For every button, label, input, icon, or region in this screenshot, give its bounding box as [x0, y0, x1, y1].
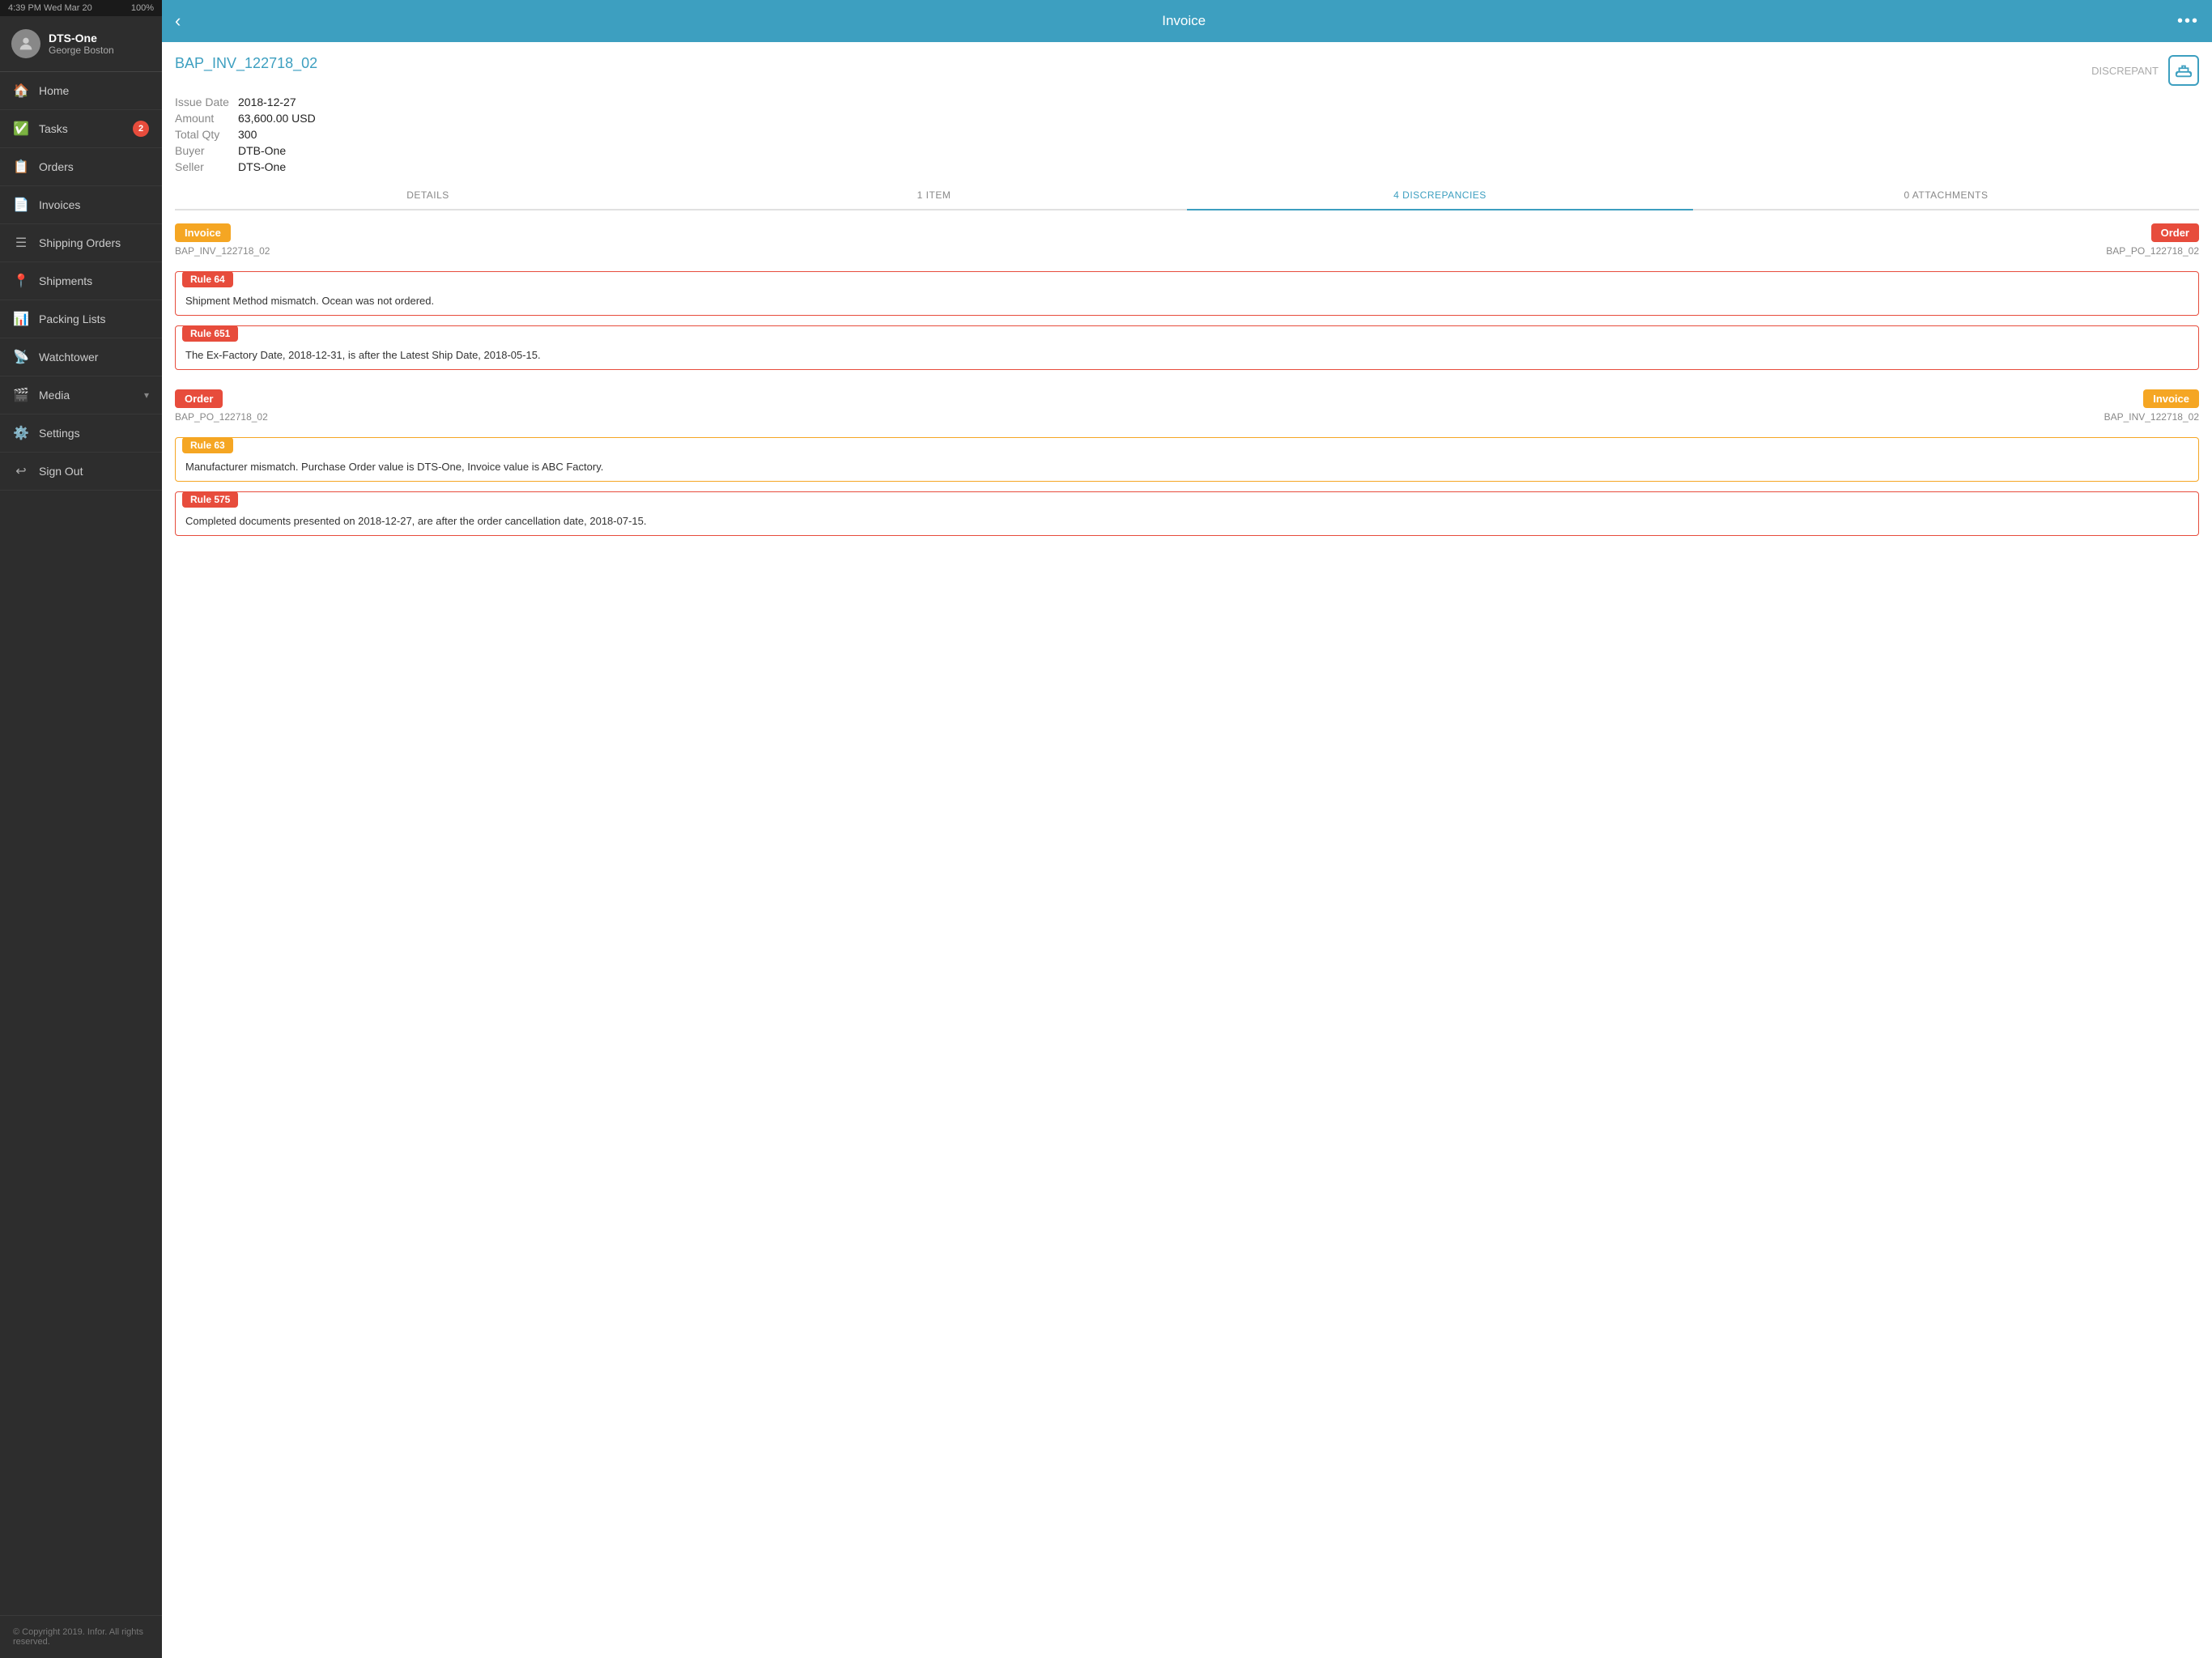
rule-tag-0-1: Rule 651 [182, 325, 238, 342]
left-id-1: BAP_PO_122718_02 [175, 411, 268, 423]
shipments-icon: 📍 [13, 273, 29, 289]
invoices-icon: 📄 [13, 197, 29, 213]
block-header-1: Order Invoice [175, 389, 2199, 408]
left-id-0: BAP_INV_122718_02 [175, 245, 270, 257]
header-title: Invoice [190, 13, 2177, 29]
status-battery: 100% [131, 3, 154, 13]
rule-text-0-1: The Ex-Factory Date, 2018-12-31, is afte… [176, 342, 2198, 369]
right-id-0: BAP_PO_122718_02 [2106, 245, 2199, 257]
invoice-header: BAP_INV_122718_02 DISCREPANT [175, 55, 2199, 86]
discrepancy-block-1: Order Invoice BAP_PO_122718_02 BAP_INV_1227… [175, 389, 2199, 536]
rule-tag-0-0: Rule 64 [182, 271, 233, 287]
block-header-0: Invoice Order [175, 223, 2199, 242]
tab-items[interactable]: 1 ITEM [681, 181, 1187, 209]
tabs-container: DETAILS1 ITEM4 DISCREPANCIES0 ATTACHMENT… [175, 181, 2199, 210]
sidebar-item-shipping-orders[interactable]: ☰ Shipping Orders [0, 224, 162, 262]
shipping-orders-icon: ☰ [13, 235, 29, 251]
sign-out-icon: ↩ [13, 463, 29, 479]
rule-item-1-1: Rule 575Completed documents presented on… [175, 491, 2199, 536]
meta-buyer: Buyer DTB-One [175, 144, 2199, 157]
ship-icon [2168, 55, 2199, 86]
packing-lists-label: Packing Lists [39, 312, 105, 325]
sidebar-header: DTS-One George Boston [0, 16, 162, 72]
tasks-badge: 2 [133, 121, 149, 137]
status-time: 4:39 PM Wed Mar 20 [8, 3, 92, 13]
back-button[interactable]: ‹ [175, 11, 181, 32]
sidebar-item-media[interactable]: 🎬 Media ▾ [0, 376, 162, 414]
tab-attachments[interactable]: 0 ATTACHMENTS [1693, 181, 2199, 209]
invoices-label: Invoices [39, 198, 80, 211]
media-arrow: ▾ [144, 389, 149, 401]
tab-details[interactable]: DETAILS [175, 181, 681, 209]
sidebar-footer: © Copyright 2019. Infor. All rights rese… [0, 1615, 162, 1658]
right-tag-0: Order [2151, 223, 2199, 242]
shipping-orders-label: Shipping Orders [39, 236, 121, 249]
rule-text-0-0: Shipment Method mismatch. Ocean was not … [176, 288, 2198, 315]
avatar [11, 29, 40, 58]
left-tag-0: Invoice [175, 223, 231, 242]
sidebar-item-shipments[interactable]: 📍 Shipments [0, 262, 162, 300]
main-area: ‹ Invoice ••• BAP_INV_122718_02 DISCREPA… [162, 0, 2212, 1658]
meta-total-qty: Total Qty 300 [175, 128, 2199, 141]
sidebar-item-sign-out[interactable]: ↩ Sign Out [0, 453, 162, 491]
user-subtitle: George Boston [49, 45, 114, 56]
tasks-label: Tasks [39, 122, 68, 135]
rule-tag-1-1: Rule 575 [182, 491, 238, 508]
orders-label: Orders [39, 160, 74, 173]
rule-text-1-0: Manufacturer mismatch. Purchase Order va… [176, 454, 2198, 481]
sidebar-item-packing-lists[interactable]: 📊 Packing Lists [0, 300, 162, 338]
right-id-1: BAP_INV_122718_02 [2104, 411, 2199, 423]
tab-discrepancies[interactable]: 4 DISCREPANCIES [1187, 181, 1693, 210]
watchtower-icon: 📡 [13, 349, 29, 365]
rule-item-0-1: Rule 651The Ex-Factory Date, 2018-12-31,… [175, 325, 2199, 370]
home-icon: 🏠 [13, 83, 29, 99]
discrepancies-container: Invoice Order BAP_INV_122718_02 BAP_PO_1227… [175, 223, 2199, 536]
sidebar-item-home[interactable]: 🏠 Home [0, 72, 162, 110]
shipments-label: Shipments [39, 274, 92, 287]
meta-issue-date: Issue Date 2018-12-27 [175, 96, 2199, 108]
orders-icon: 📋 [13, 159, 29, 175]
packing-lists-icon: 📊 [13, 311, 29, 327]
discrepant-label: DISCREPANT [2091, 65, 2159, 77]
status-bar: 4:39 PM Wed Mar 20 100% [0, 0, 162, 16]
watchtower-label: Watchtower [39, 351, 98, 363]
settings-icon: ⚙️ [13, 425, 29, 441]
settings-label: Settings [39, 427, 80, 440]
header: ‹ Invoice ••• [162, 0, 2212, 42]
sidebar-item-orders[interactable]: 📋 Orders [0, 148, 162, 186]
sidebar: 4:39 PM Wed Mar 20 100% DTS-One George B… [0, 0, 162, 1658]
user-info: DTS-One George Boston [49, 32, 114, 56]
rule-item-0-0: Rule 64Shipment Method mismatch. Ocean w… [175, 271, 2199, 316]
sidebar-item-tasks[interactable]: ✅ Tasks 2 [0, 110, 162, 148]
left-tag-1: Order [175, 389, 223, 408]
content-area: BAP_INV_122718_02 DISCREPANT Issue Date … [162, 42, 2212, 1658]
meta-amount: Amount 63,600.00 USD [175, 112, 2199, 125]
more-button[interactable]: ••• [2177, 12, 2199, 31]
rule-text-1-1: Completed documents presented on 2018-12… [176, 508, 2198, 535]
user-name: DTS-One [49, 32, 114, 45]
tasks-icon: ✅ [13, 121, 29, 137]
media-label: Media [39, 389, 70, 402]
sidebar-item-settings[interactable]: ⚙️ Settings [0, 414, 162, 453]
rule-item-1-0: Rule 63Manufacturer mismatch. Purchase O… [175, 437, 2199, 482]
invoice-id: BAP_INV_122718_02 [175, 55, 317, 72]
invoice-meta: Issue Date 2018-12-27 Amount 63,600.00 U… [175, 96, 2199, 173]
sidebar-item-invoices[interactable]: 📄 Invoices [0, 186, 162, 224]
discrepancy-block-0: Invoice Order BAP_INV_122718_02 BAP_PO_1227… [175, 223, 2199, 370]
sign-out-label: Sign Out [39, 465, 83, 478]
right-tag-1: Invoice [2143, 389, 2199, 408]
rule-tag-1-0: Rule 63 [182, 437, 233, 453]
home-label: Home [39, 84, 69, 97]
sidebar-item-watchtower[interactable]: 📡 Watchtower [0, 338, 162, 376]
media-icon: 🎬 [13, 387, 29, 403]
meta-seller: Seller DTS-One [175, 160, 2199, 173]
